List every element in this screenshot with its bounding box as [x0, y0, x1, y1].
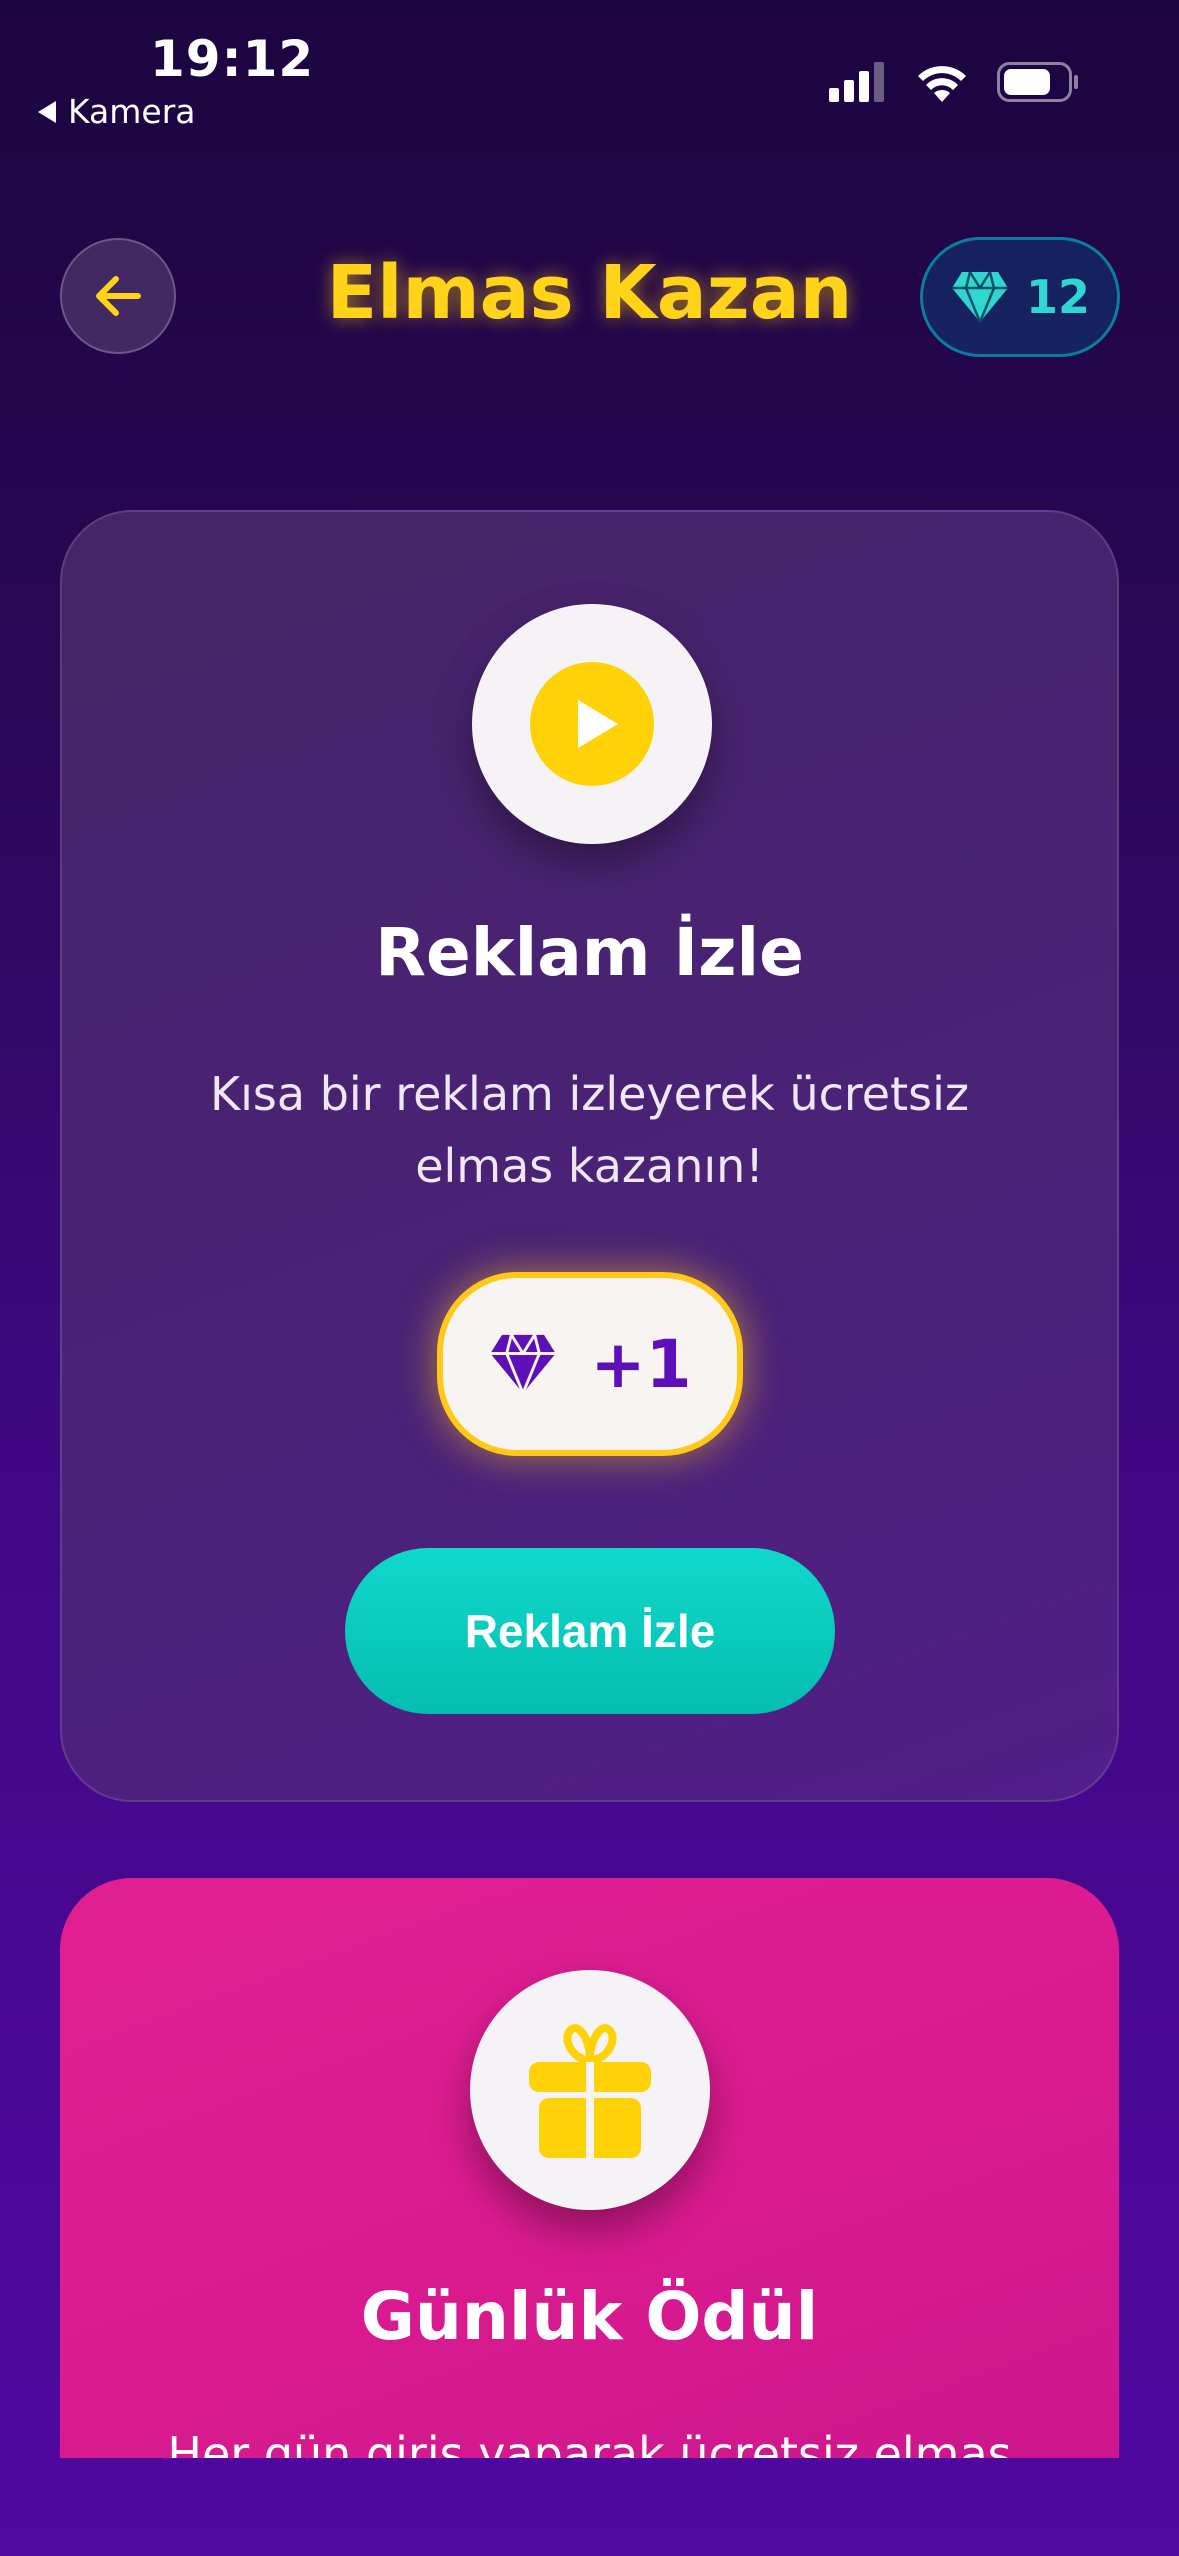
daily-card-description: Her gün giriş yaparak ücretsiz elmas: [167, 2427, 1012, 2458]
daily-icon-circle: [470, 1970, 710, 2210]
diamond-icon: [951, 271, 1008, 323]
ad-icon-circle: [472, 604, 712, 844]
diamond-icon: [490, 1334, 557, 1394]
status-icons: [829, 62, 1079, 102]
watch-ad-button[interactable]: Reklam İzle: [345, 1548, 835, 1714]
play-icon: [530, 662, 654, 786]
ad-card: Reklam İzle Kısa bir reklam izleyerek üc…: [60, 510, 1119, 1802]
status-back-label: Kamera: [68, 92, 196, 131]
signal-icon: [829, 62, 884, 102]
diamond-balance-badge[interactable]: 12: [920, 237, 1120, 357]
ad-card-description: Kısa bir reklam izleyerek ücretsiz elmas…: [209, 1067, 970, 1193]
ad-card-title: Reklam İzle: [375, 914, 804, 991]
wifi-icon: [918, 66, 966, 102]
reward-pill: +1: [437, 1272, 743, 1456]
diamond-count: 12: [1025, 270, 1090, 324]
status-back-link[interactable]: Kamera: [38, 92, 196, 131]
status-time: 19:12: [150, 30, 315, 88]
back-triangle-icon: [38, 100, 56, 123]
gift-icon: [529, 2024, 651, 2158]
battery-icon: [997, 62, 1078, 102]
daily-reward-card: Günlük Ödül Her gün giriş yaparak ücrets…: [60, 1878, 1119, 2458]
reward-value: +1: [590, 1325, 692, 1403]
daily-card-title: Günlük Ödül: [360, 2278, 819, 2355]
